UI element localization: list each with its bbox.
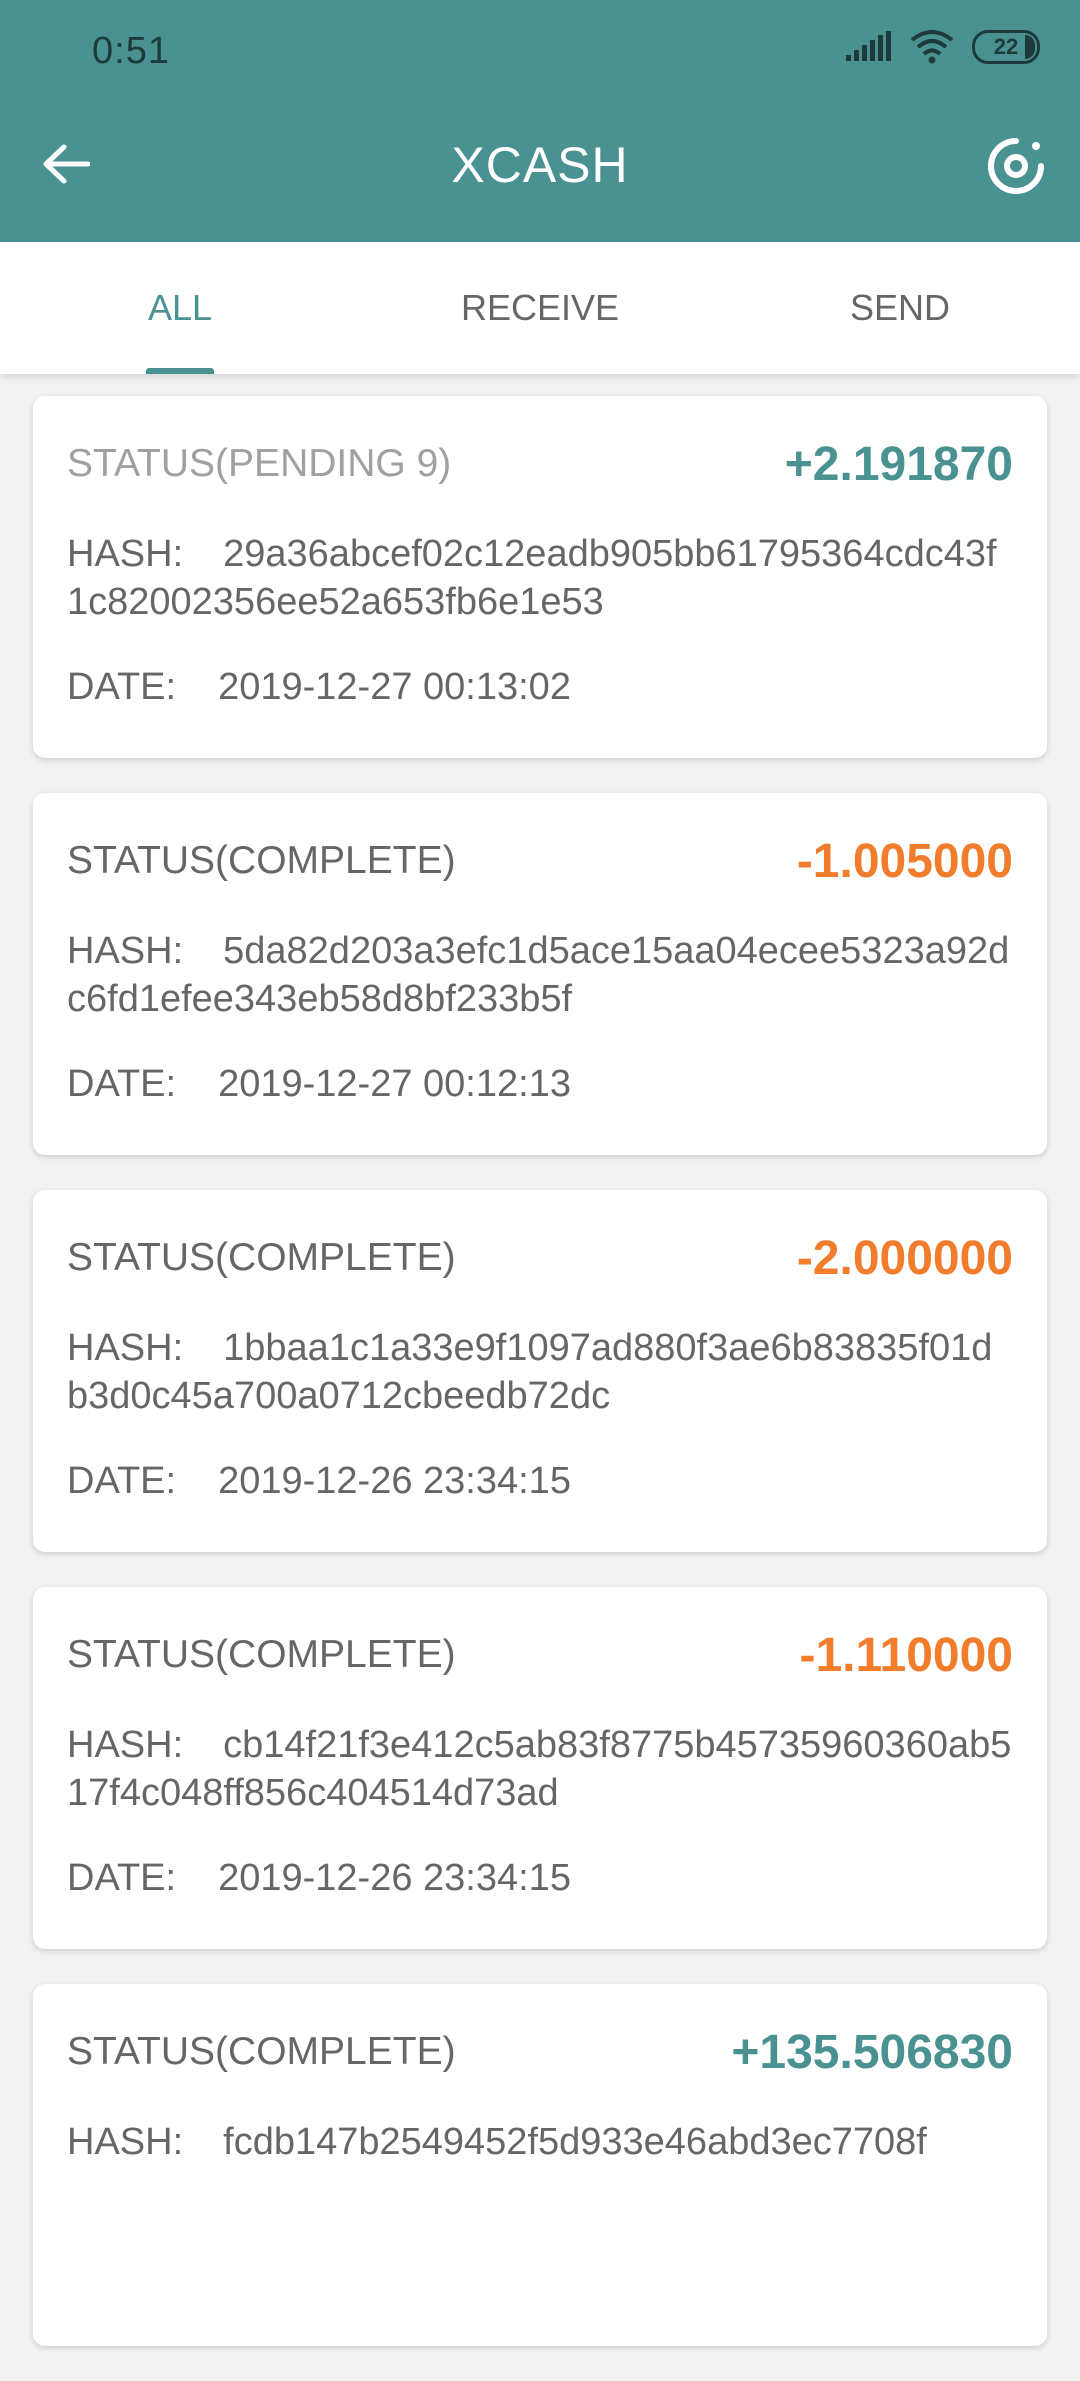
page-title: XCASH <box>451 137 629 193</box>
transaction-status: STATUS(COMPLETE) <box>67 839 456 882</box>
hash-label: HASH: <box>67 2121 184 2163</box>
transaction-amount: -2.000000 <box>796 1231 1013 1285</box>
transaction-card[interactable]: STATUS(COMPLETE) -1.005000 HASH: 5da82d20… <box>33 793 1047 1155</box>
transaction-card[interactable]: STATUS(PENDING 9) +2.191870 HASH: 29a36ab… <box>33 396 1047 758</box>
transaction-hash: 1bbaa1c1a33e9f1097ad880f3ae6b83835f01db3… <box>67 1327 993 1417</box>
tab-all-label: ALL <box>147 287 213 328</box>
tab-receive-label: RECEIVE <box>460 287 620 328</box>
status-bar-icons: 22 <box>846 30 1040 64</box>
date-label: DATE: <box>67 1063 177 1105</box>
transaction-status: STATUS(COMPLETE) <box>67 1236 456 1279</box>
transaction-card[interactable]: STATUS(COMPLETE) -2.000000 HASH: 1bbaa1c1… <box>33 1190 1047 1552</box>
tab-all[interactable]: ALL <box>0 242 360 374</box>
transaction-card[interactable]: STATUS(COMPLETE) -1.110000 HASH: cb14f21f… <box>33 1587 1047 1949</box>
transaction-card[interactable]: STATUS(COMPLETE) +135.506830 HASH: fcdb14… <box>33 1984 1047 2346</box>
wifi-icon <box>910 30 954 64</box>
hash-label: HASH: <box>67 1327 184 1369</box>
transaction-date: 2019-12-26 23:34:15 <box>218 1460 571 1502</box>
transaction-status: STATUS(COMPLETE) <box>67 1633 456 1676</box>
transaction-amount: -1.110000 <box>799 1628 1013 1682</box>
tab-send-label: SEND <box>849 287 951 328</box>
transaction-hash: 5da82d203a3efc1d5ace15aa04ecee5323a92dc6… <box>67 930 1010 1020</box>
app-bar: 0:51 22 XCASH <box>0 0 1080 242</box>
status-bar-time: 0:51 <box>92 30 170 72</box>
transaction-status: STATUS(COMPLETE) <box>67 2030 456 2073</box>
tab-send[interactable]: SEND <box>720 242 1080 374</box>
transaction-hash: 29a36abcef02c12eadb905bb61795364cdc43f1c… <box>67 533 997 623</box>
battery-level: 22 <box>993 34 1019 59</box>
signal-icon <box>846 31 891 61</box>
date-label: DATE: <box>67 1857 177 1899</box>
hash-label: HASH: <box>67 533 184 575</box>
scan-button[interactable] <box>978 128 1054 204</box>
transaction-amount: +135.506830 <box>731 2025 1013 2079</box>
transaction-amount: +2.191870 <box>784 437 1013 491</box>
battery-icon: 22 <box>972 30 1040 64</box>
date-label: DATE: <box>67 1460 177 1502</box>
transaction-hash: cb14f21f3e412c5ab83f8775b45735960360ab51… <box>67 1724 1012 1814</box>
transaction-list: STATUS(PENDING 9) +2.191870 HASH: 29a36ab… <box>33 396 1047 2381</box>
hash-label: HASH: <box>67 1724 184 1766</box>
transaction-status: STATUS(PENDING 9) <box>67 442 452 485</box>
transaction-date: 2019-12-26 23:34:15 <box>218 1857 571 1899</box>
transaction-amount: -1.005000 <box>796 834 1013 888</box>
date-label: DATE: <box>67 666 177 708</box>
active-tab-indicator <box>146 368 214 374</box>
target-icon <box>988 138 1044 194</box>
transaction-date: 2019-12-27 00:13:02 <box>218 666 571 708</box>
transaction-hash: fcdb147b2549452f5d933e46abd3ec7708f <box>223 2121 927 2163</box>
transaction-filter-tabs: ALL RECEIVE SEND <box>0 242 1080 374</box>
hash-label: HASH: <box>67 930 184 972</box>
tab-receive[interactable]: RECEIVE <box>360 242 720 374</box>
transaction-date: 2019-12-27 00:12:13 <box>218 1063 571 1105</box>
